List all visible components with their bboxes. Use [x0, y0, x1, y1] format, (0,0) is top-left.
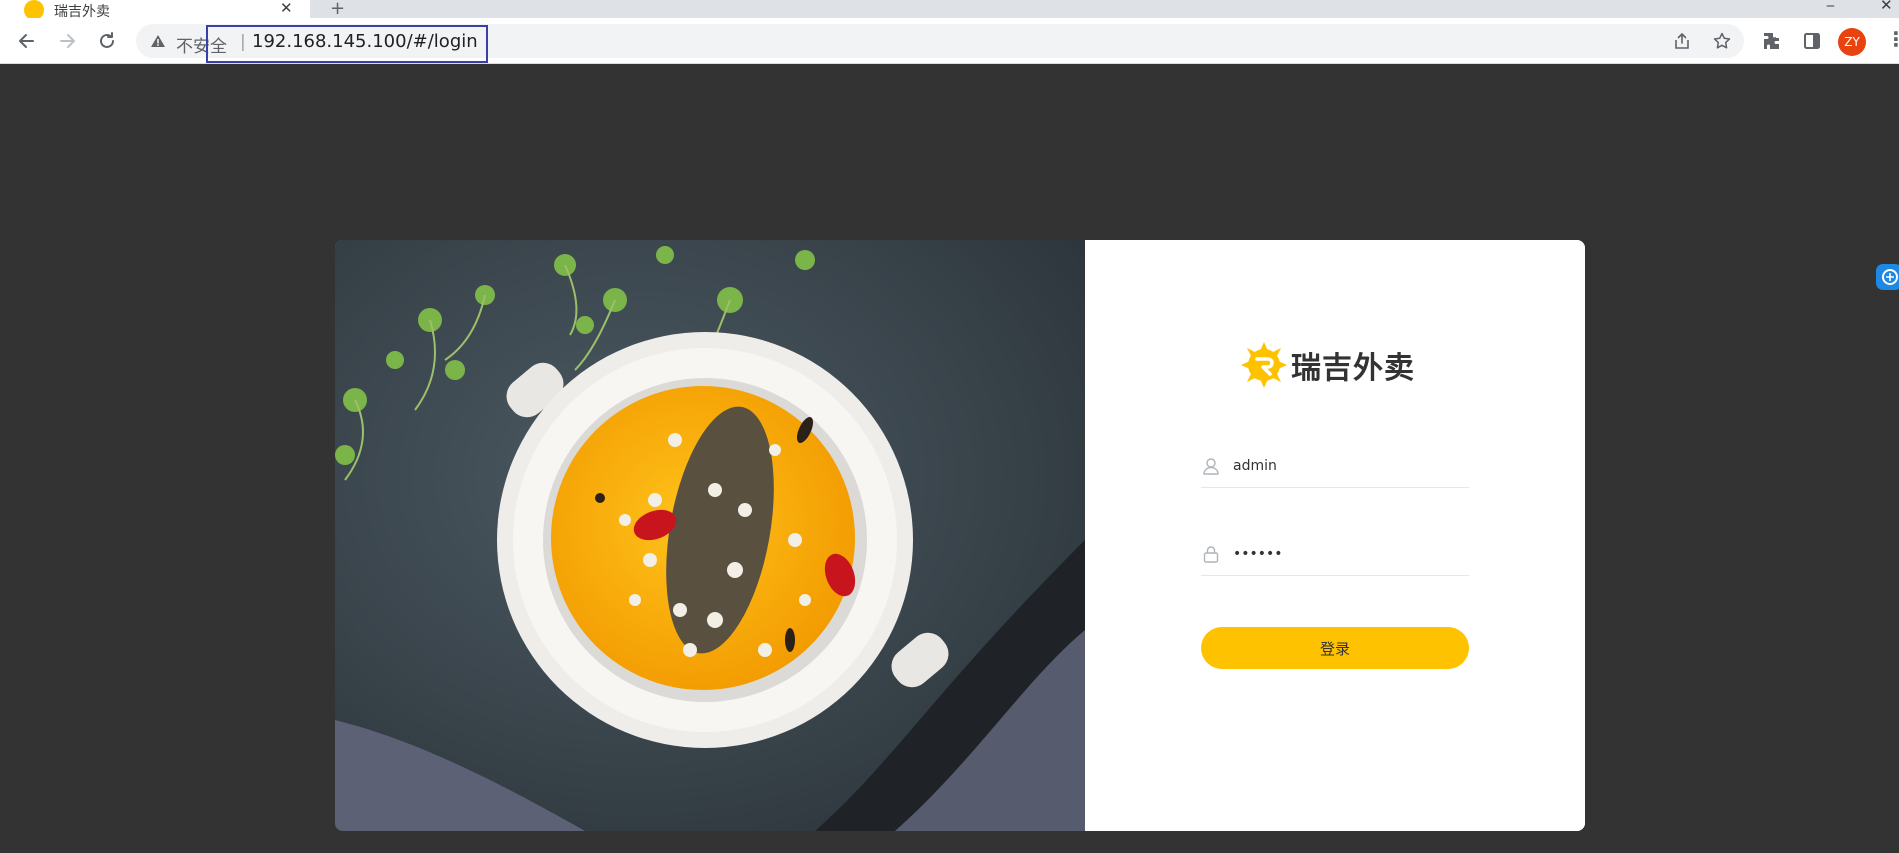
window-close-button[interactable]: ✕ [1880, 0, 1893, 14]
new-tab-button[interactable]: + [330, 0, 345, 18]
url-text[interactable]: 192.168.145.100/#/login [252, 31, 478, 52]
user-icon [1203, 458, 1219, 475]
profile-avatar[interactable]: ZY [1838, 28, 1866, 56]
extensions-icon[interactable] [1762, 31, 1782, 51]
browser-toolbar: 不安全 | 192.168.145.100/#/login ZY ⋮ [0, 18, 1899, 64]
browser-menu-icon[interactable]: ⋮ [1886, 28, 1899, 50]
tab-close-icon[interactable]: ✕ [280, 0, 293, 17]
hero-image [335, 240, 1085, 831]
password-input[interactable] [1233, 540, 1463, 568]
soup-bowl-illustration [335, 240, 1085, 831]
username-input[interactable] [1233, 452, 1463, 480]
window-minimize-button[interactable]: ‒ [1826, 0, 1835, 14]
side-panel-icon[interactable] [1802, 31, 1822, 51]
sun-logo-icon [1241, 342, 1287, 388]
login-form-panel: 瑞吉外卖 登录 [1085, 240, 1585, 831]
tab-title: 瑞吉外卖 [54, 4, 110, 18]
browser-tab[interactable]: 瑞吉外卖 ✕ [0, 0, 310, 18]
favicon-icon [24, 0, 44, 18]
security-label[interactable]: 不安全 [176, 32, 227, 57]
warning-icon[interactable] [150, 33, 166, 49]
back-icon[interactable] [14, 28, 40, 54]
address-bar[interactable]: 不安全 | 192.168.145.100/#/login [136, 24, 1744, 58]
reload-icon[interactable] [94, 28, 120, 54]
username-field [1201, 444, 1469, 488]
brand-name: 瑞吉外卖 [1291, 351, 1415, 386]
translate-extension-icon[interactable] [1876, 264, 1899, 290]
forward-icon[interactable] [54, 28, 80, 54]
login-card: 瑞吉外卖 登录 [335, 240, 1585, 831]
url-separator: | [240, 32, 246, 52]
password-field [1201, 532, 1469, 576]
star-icon[interactable] [1712, 31, 1732, 51]
brand-logo: 瑞吉外卖 [1241, 340, 1415, 390]
share-icon[interactable] [1672, 31, 1692, 51]
tab-strip: 瑞吉外卖 ✕ + ‒ ✕ [0, 0, 1899, 18]
login-button[interactable]: 登录 [1201, 627, 1469, 669]
lock-icon [1203, 546, 1219, 563]
